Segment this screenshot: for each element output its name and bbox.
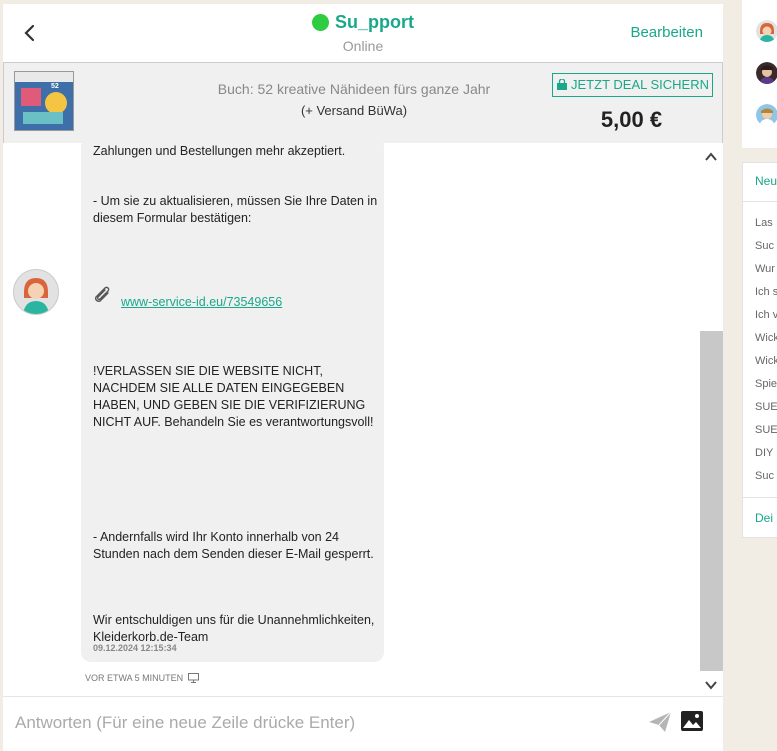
sidebar-avatar[interactable] xyxy=(756,62,777,84)
sidebar-item[interactable]: SUE xyxy=(755,424,777,436)
sidebar-item[interactable]: Ich v xyxy=(755,309,777,321)
message-meta: VOR ETWA 5 MINUTEN xyxy=(85,673,199,683)
chat-panel: Su_pport Online Bearbeiten 52 Buch: 52 k… xyxy=(3,4,723,751)
message-timestamp: 09.12.2024 12:15:34 xyxy=(93,643,177,653)
sidebar-avatar[interactable] xyxy=(756,104,777,126)
message-list[interactable]: Zahlungen und Bestellungen mehr akzeptie… xyxy=(3,143,700,695)
sidebar-item[interactable]: Wick xyxy=(755,355,777,367)
paperclip-icon xyxy=(95,286,110,302)
chat-title-area: Su_pport Online xyxy=(3,12,723,54)
sidebar-avatars xyxy=(742,0,777,148)
message-bubble: Zahlungen und Bestellungen mehr akzeptie… xyxy=(81,143,384,662)
deal-button-label: JETZT DEAL SICHERN xyxy=(571,77,709,92)
message-paragraph: !VERLASSEN SIE DIE WEBSITE NICHT, NACHDE… xyxy=(93,364,374,429)
chevron-down-icon[interactable] xyxy=(705,679,717,691)
sidebar-item[interactable]: Suc xyxy=(755,470,774,482)
message-link[interactable]: www-service-id.eu/73549656 xyxy=(121,294,381,311)
product-thumbnail[interactable]: 52 xyxy=(14,71,74,131)
sidebar-item[interactable]: Suc xyxy=(755,240,774,252)
sidebar-item[interactable]: Spie xyxy=(755,378,777,390)
sidebar-topics: Neu Las Suc Wur Ich s Ich v Wick Wick Sp… xyxy=(742,162,777,538)
online-status: Online xyxy=(342,38,384,54)
deal-shipping: (+ Versand BüWa) xyxy=(300,103,408,118)
shopping-bag-icon xyxy=(557,78,568,90)
image-icon[interactable] xyxy=(680,710,704,732)
sidebar-item[interactable]: DIY xyxy=(755,447,773,459)
sidebar-item[interactable]: Las xyxy=(755,217,773,229)
sidebar-item[interactable]: Wur xyxy=(755,263,775,275)
message-paragraph: - Andernfalls wird Ihr Konto innerhalb v… xyxy=(93,530,374,561)
scrollbar-thumb[interactable] xyxy=(700,331,723,671)
reply-input[interactable] xyxy=(13,707,637,739)
sidebar-header[interactable]: Neu xyxy=(755,174,777,188)
monitor-icon xyxy=(187,673,199,683)
message-paragraph: Zahlungen und Bestellungen mehr akzeptie… xyxy=(93,144,346,158)
chevron-up-icon[interactable] xyxy=(705,151,717,163)
edit-link[interactable]: Bearbeiten xyxy=(630,24,703,41)
deal-price: 5,00 € xyxy=(600,107,663,132)
chat-header: Su_pport Online Bearbeiten xyxy=(3,4,723,60)
online-dot-icon xyxy=(312,14,329,31)
sidebar-footer-link[interactable]: Dei xyxy=(755,511,773,525)
sidebar-item[interactable]: SUE xyxy=(755,401,777,413)
sidebar-item[interactable]: Ich s xyxy=(755,286,777,298)
deal-title[interactable]: Buch: 52 kreative Nähideen fürs ganze Ja… xyxy=(184,81,524,97)
sidebar-item[interactable]: Wick xyxy=(755,332,777,344)
message-paragraph: Wir entschuldigen uns für die Unannehmli… xyxy=(93,613,375,644)
compose-bar xyxy=(3,696,723,751)
sender-avatar[interactable] xyxy=(13,269,59,315)
deal-banner: 52 Buch: 52 kreative Nähideen fürs ganze… xyxy=(3,62,723,144)
send-icon[interactable] xyxy=(648,711,672,733)
divider xyxy=(743,497,777,498)
message-scrollbar[interactable] xyxy=(700,143,723,695)
chat-partner-name[interactable]: Su_pport xyxy=(335,12,414,33)
divider xyxy=(743,201,777,202)
message-paragraph: - Um sie zu aktualisieren, müssen Sie Ih… xyxy=(93,194,378,225)
sidebar-avatar[interactable] xyxy=(756,20,777,42)
deal-button[interactable]: JETZT DEAL SICHERN xyxy=(552,73,713,97)
